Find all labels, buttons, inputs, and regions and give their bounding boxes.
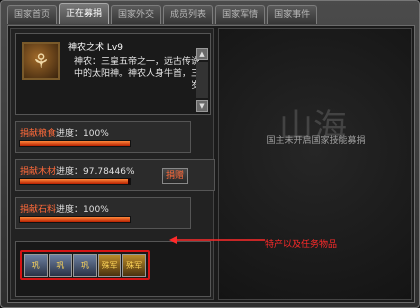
donate-button[interactable]: 捐赠 [162, 168, 188, 184]
status-message: 国主未开启国家技能募捐 [266, 136, 366, 146]
tab-members[interactable]: 成员列表 [163, 5, 214, 24]
right-panel: 山海 国主未开启国家技能募捐 [218, 28, 412, 300]
progress-bar-stone [19, 216, 131, 223]
scroll-up-icon[interactable]: ▲ [196, 48, 208, 60]
main-content: ⚘ 神农之术 Lv9 神农：三皇五帝之一，远古传说中的太阳神。神农人身牛首，三岁… [7, 25, 415, 303]
skill-name: 神农之术 Lv9 [68, 43, 123, 53]
item-slots: 巩 巩 巩 殊军 殊军 [20, 250, 150, 280]
item-slot-2[interactable]: 巩 [48, 254, 73, 277]
donate-label-stone: 捐献石料进度：100% [20, 205, 109, 215]
tab-bar: 国家首页 正在募捐 国家外交 成员列表 国家军情 国家事件 [7, 3, 318, 25]
donate-row-wood: 捐献木材进度：97.78446% 捐赠 [15, 159, 215, 191]
progress-fill-food [20, 141, 130, 146]
annotation-arrow-icon [169, 236, 265, 244]
tab-military[interactable]: 国家军情 [215, 5, 266, 24]
tab-fundraising[interactable]: 正在募捐 [59, 3, 110, 24]
description-scrollbar[interactable]: ▲ ▼ [196, 48, 208, 112]
item-slot-3[interactable]: 巩 [73, 254, 97, 277]
scroll-track[interactable] [196, 62, 208, 98]
donate-label-food: 捐献粮食进度：100% [20, 129, 109, 139]
progress-fill-wood [20, 179, 128, 184]
skill-card: ⚘ 神农之术 Lv9 神农：三皇五帝之一，远古传说中的太阳神。神农人身牛首，三岁… [15, 33, 211, 115]
progress-bar-food [19, 140, 131, 147]
tab-diplomacy[interactable]: 国家外交 [111, 5, 162, 24]
donate-row-food: 捐献粮食进度：100% [15, 121, 191, 153]
scroll-down-icon[interactable]: ▼ [196, 100, 208, 112]
donate-row-stone: 捐献石料进度：100% [15, 197, 191, 229]
donate-label-wood: 捐献木材进度：97.78446% [20, 167, 135, 177]
tab-home[interactable]: 国家首页 [7, 5, 58, 24]
window-frame: 国家首页 正在募捐 国家外交 成员列表 国家军情 国家事件 ⚘ 神农之术 Lv9… [0, 0, 420, 308]
skill-description: 神农：三皇五帝之一，远古传说中的太阳神。神农人身牛首，三岁 [73, 57, 200, 91]
divine-farming-icon: ⚘ [22, 42, 60, 80]
item-slot-5[interactable]: 殊军 [122, 254, 146, 277]
tab-events[interactable]: 国家事件 [267, 5, 318, 24]
inventory-area: 巩 巩 巩 殊军 殊军 [15, 241, 211, 297]
progress-fill-stone [20, 217, 130, 222]
progress-bar-wood [19, 178, 131, 185]
item-slot-1[interactable]: 巩 [24, 254, 48, 277]
annotation-text: 特产以及任务物品 [265, 240, 338, 250]
left-panel: ⚘ 神农之术 Lv9 神农：三皇五帝之一，远古传说中的太阳神。神农人身牛首，三岁… [10, 28, 215, 300]
item-slot-4[interactable]: 殊军 [97, 254, 122, 277]
